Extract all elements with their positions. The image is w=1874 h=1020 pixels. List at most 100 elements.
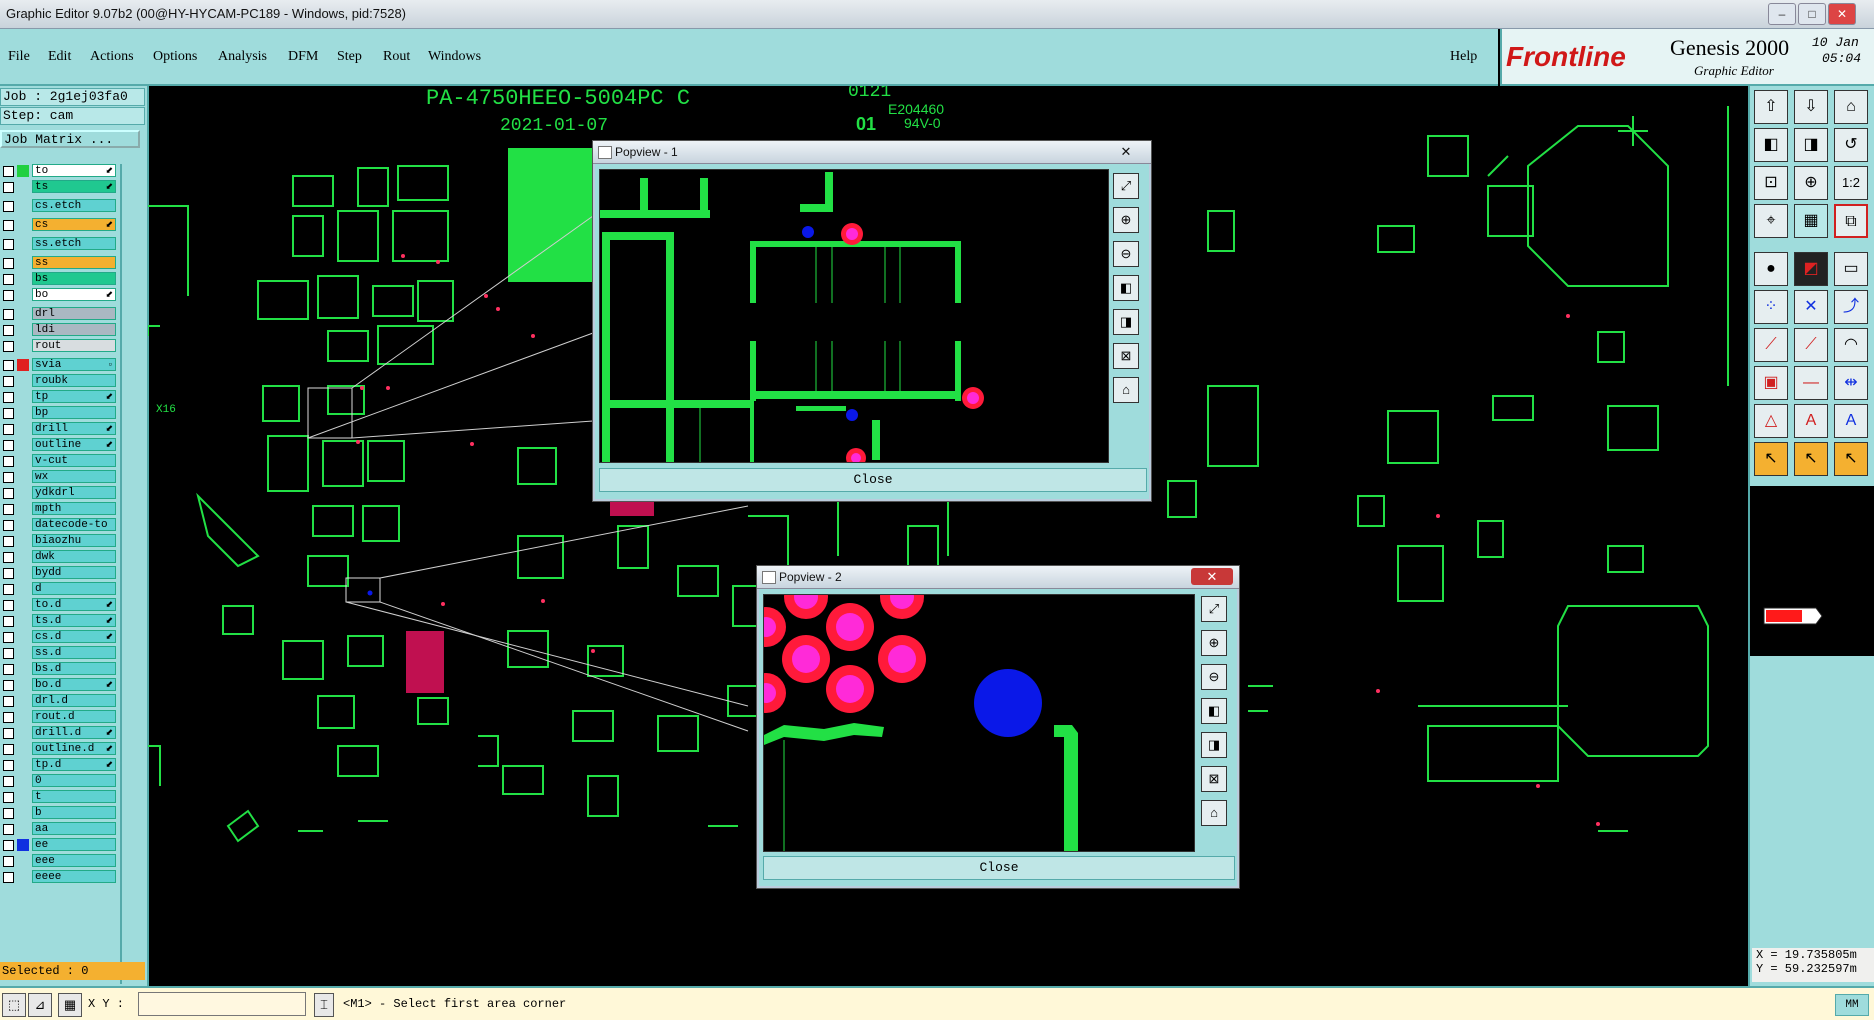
layer-name[interactable]: ts ⬋: [32, 180, 116, 193]
layer-row[interactable]: d: [0, 582, 118, 596]
menu-dfm[interactable]: DFM: [288, 49, 318, 65]
layer-name[interactable]: outline.d ⬋: [32, 742, 116, 755]
layer-row[interactable]: dwk: [0, 550, 118, 564]
layer-name[interactable]: tp ⬋: [32, 390, 116, 403]
polygon-icon[interactable]: ▣: [1754, 366, 1788, 400]
zoom-center-icon[interactable]: ⊕: [1794, 166, 1828, 200]
text-a-icon[interactable]: A: [1794, 404, 1828, 438]
layer-checkbox[interactable]: [3, 536, 14, 547]
maximize-button[interactable]: □: [1798, 3, 1826, 25]
grid-icon[interactable]: ▦: [1794, 204, 1828, 238]
layer-row[interactable]: drl: [0, 307, 118, 321]
popview-2-close-button[interactable]: Close: [763, 856, 1235, 880]
layer-row[interactable]: bs.d: [0, 662, 118, 676]
layer-checkbox[interactable]: [3, 325, 14, 336]
layer-name[interactable]: eeee: [32, 870, 116, 883]
layer-row[interactable]: bo.d ⬋: [0, 678, 118, 692]
layer-checkbox[interactable]: [3, 182, 14, 193]
layer-name[interactable]: cs ⬋: [32, 218, 116, 231]
layer-color-swatch[interactable]: [17, 359, 29, 371]
layer-row[interactable]: outline.d ⬋: [0, 742, 118, 756]
layer-row[interactable]: mpth: [0, 502, 118, 516]
pan-right-icon[interactable]: ◨: [1794, 128, 1828, 162]
menu-actions[interactable]: Actions: [90, 49, 134, 65]
draw-line-icon[interactable]: ⟋: [1754, 328, 1788, 362]
grid-tool-icon[interactable]: ▦: [58, 993, 82, 1017]
home-icon[interactable]: ⌂: [1201, 800, 1227, 826]
layer-up-icon[interactable]: ⇧: [1754, 90, 1788, 124]
layer-checkbox[interactable]: [3, 744, 14, 755]
layer-row[interactable]: to ⬋: [0, 164, 118, 178]
layer-name[interactable]: rout: [32, 339, 116, 352]
layer-name[interactable]: bp: [32, 406, 116, 419]
layer-name[interactable]: to ⬋: [32, 164, 116, 177]
layer-checkbox[interactable]: [3, 488, 14, 499]
job-matrix-button[interactable]: Job Matrix ...: [0, 130, 140, 148]
popview-2-titlebar[interactable]: Popview - 2 ✕: [757, 566, 1239, 589]
layer-name[interactable]: drill.d ⬋: [32, 726, 116, 739]
home-icon[interactable]: ⌂: [1113, 377, 1139, 403]
layer-row[interactable]: 0: [0, 774, 118, 788]
layer-checkbox[interactable]: [3, 290, 14, 301]
layer-checkbox[interactable]: [3, 600, 14, 611]
layer-checkbox[interactable]: [3, 239, 14, 250]
layer-color-swatch[interactable]: [17, 165, 29, 177]
pan-left-icon[interactable]: ◧: [1113, 275, 1139, 301]
zoom-in-icon[interactable]: ⊕: [1113, 207, 1139, 233]
layer-name[interactable]: to.d ⬋: [32, 598, 116, 611]
layer-row[interactable]: drill.d ⬋: [0, 726, 118, 740]
menu-windows[interactable]: Windows: [428, 49, 481, 65]
layer-checkbox[interactable]: [3, 504, 14, 515]
ruler-icon[interactable]: ▭: [1834, 252, 1868, 286]
layer-checkbox[interactable]: [3, 360, 14, 371]
layer-row[interactable]: biaozhu: [0, 534, 118, 548]
layer-row[interactable]: drill ⬋: [0, 422, 118, 436]
layer-row[interactable]: to.d ⬋: [0, 598, 118, 612]
layer-name[interactable]: biaozhu: [32, 534, 116, 547]
layer-name[interactable]: d: [32, 582, 116, 595]
measure-icon[interactable]: ⌖: [1754, 204, 1788, 238]
layer-name[interactable]: mpth: [32, 502, 116, 515]
layer-checkbox[interactable]: [3, 632, 14, 643]
layer-checkbox[interactable]: [3, 808, 14, 819]
layer-row[interactable]: roubk: [0, 374, 118, 388]
layer-checkbox[interactable]: [3, 776, 14, 787]
layer-name[interactable]: wx: [32, 470, 116, 483]
select-tool-icon[interactable]: ⬚: [2, 993, 26, 1017]
snap-icon[interactable]: ⧉: [1834, 204, 1868, 238]
layer-name[interactable]: t: [32, 790, 116, 803]
layer-row[interactable]: eee: [0, 854, 118, 868]
minimize-button[interactable]: –: [1768, 3, 1796, 25]
layer-checkbox[interactable]: [3, 424, 14, 435]
layer-row[interactable]: ee: [0, 838, 118, 852]
layer-name[interactable]: ts.d ⬋: [32, 614, 116, 627]
layer-row[interactable]: cs.etch: [0, 199, 118, 213]
layer-checkbox[interactable]: [3, 274, 14, 285]
layer-checkbox[interactable]: [3, 258, 14, 269]
layer-name[interactable]: aa: [32, 822, 116, 835]
layer-name[interactable]: datecode-to: [32, 518, 116, 531]
cross-icon[interactable]: ✕: [1794, 290, 1828, 324]
layer-checkbox[interactable]: [3, 824, 14, 835]
layer-name[interactable]: bs: [32, 272, 116, 285]
layer-name[interactable]: ss.etch: [32, 237, 116, 250]
popview-1-canvas[interactable]: [599, 169, 1109, 463]
layer-name[interactable]: bydd: [32, 566, 116, 579]
select-pointer-icon[interactable]: ↖: [1754, 442, 1788, 476]
layer-name[interactable]: ss: [32, 256, 116, 269]
layer-row[interactable]: svia ▫: [0, 358, 118, 372]
layer-name[interactable]: roubk: [32, 374, 116, 387]
fit-icon[interactable]: ⤢: [1201, 596, 1227, 622]
layer-row[interactable]: ss: [0, 256, 118, 270]
layer-down-icon[interactable]: ⇩: [1794, 90, 1828, 124]
layer-checkbox[interactable]: [3, 568, 14, 579]
zoom-fit-icon[interactable]: ⊡: [1754, 166, 1788, 200]
close-window-button[interactable]: ✕: [1828, 3, 1856, 25]
route-icon[interactable]: ⤴: [1834, 290, 1868, 324]
layer-name[interactable]: ss.d: [32, 646, 116, 659]
layer-row[interactable]: rout.d: [0, 710, 118, 724]
popview-1-close-button[interactable]: Close: [599, 468, 1147, 492]
layer-row[interactable]: cs ⬋: [0, 218, 118, 232]
zoom-in-icon[interactable]: ⊕: [1201, 630, 1227, 656]
layer-name[interactable]: eee: [32, 854, 116, 867]
